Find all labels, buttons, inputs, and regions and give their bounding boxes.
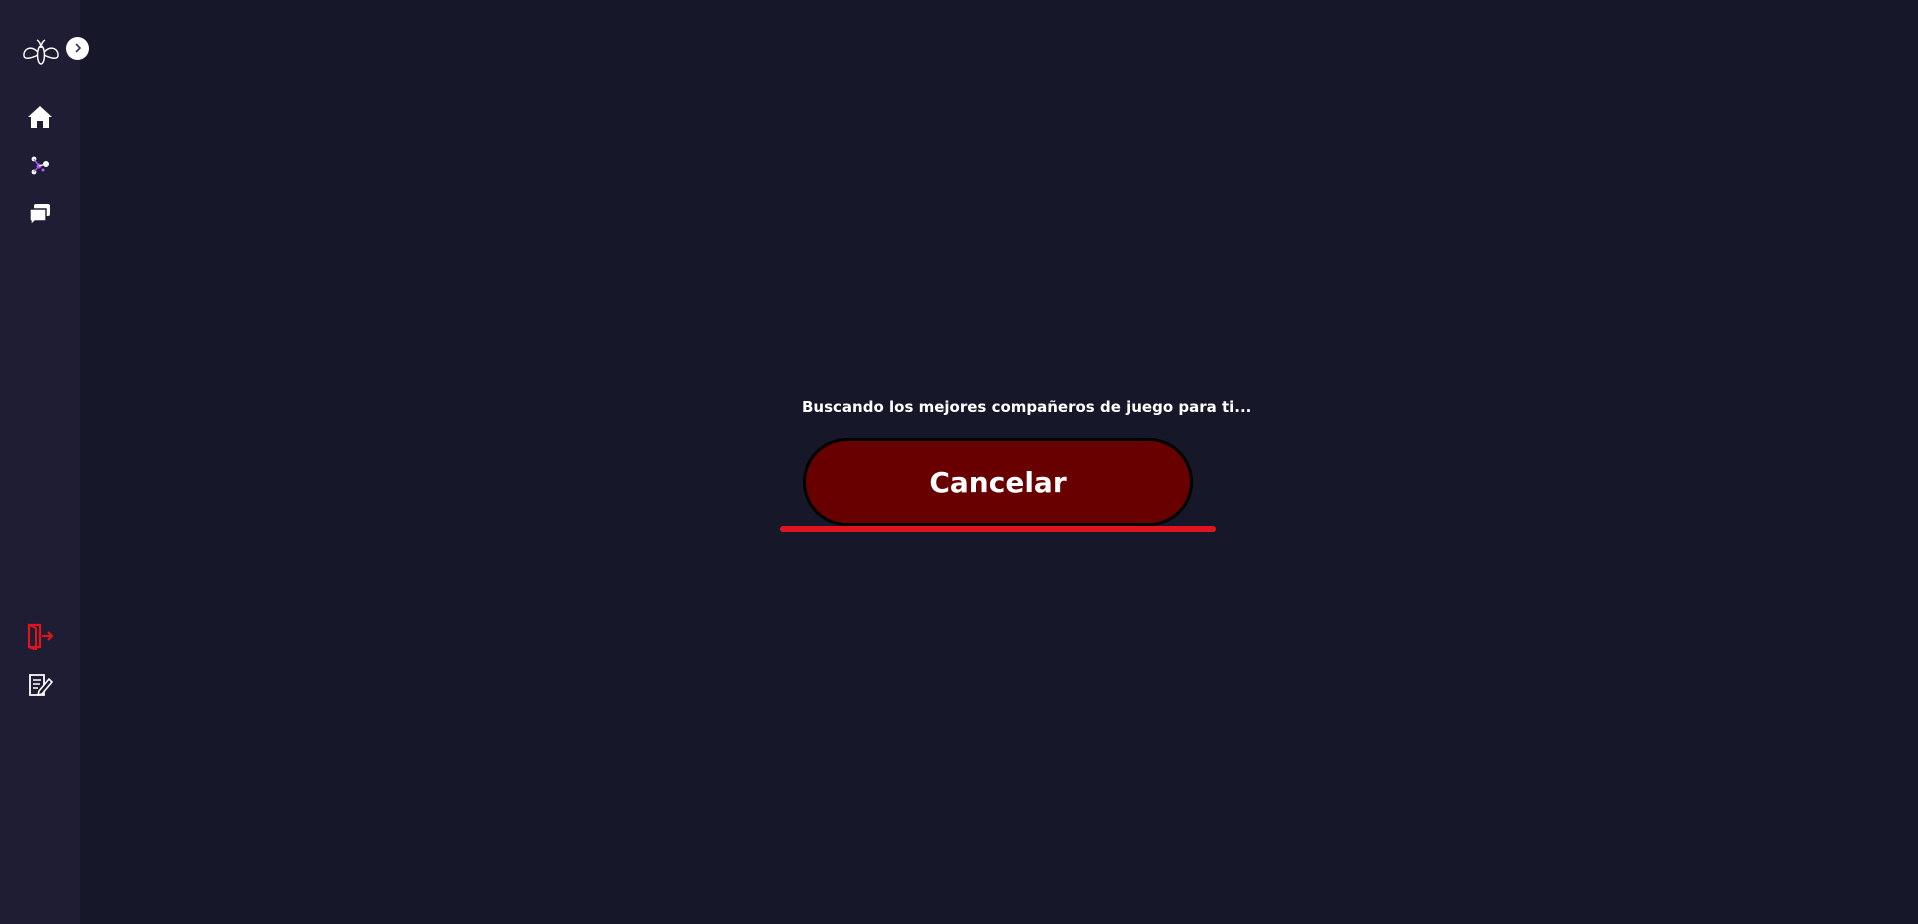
logout-button[interactable] [24,622,56,654]
nav-home-button[interactable] [24,103,56,135]
edit-profile-button[interactable] [24,671,56,703]
nav-matchmaking-button[interactable] [24,152,56,184]
app-root: Buscando los mejores compañeros de juego… [0,0,1918,924]
cancel-button-underline [780,526,1216,532]
searching-status-text: Buscando los mejores compañeros de juego… [802,398,1252,416]
matchmaking-icon [29,155,51,182]
sidebar [0,0,89,924]
bee-logo-icon[interactable] [22,38,60,68]
main-content: Buscando los mejores compañeros de juego… [80,0,1918,924]
home-icon [27,104,53,135]
cancel-button[interactable]: Cancelar [803,438,1193,526]
nav-chat-button[interactable] [24,200,56,232]
edit-profile-icon [27,672,54,703]
chat-icon [28,202,52,231]
logout-icon [26,622,54,655]
